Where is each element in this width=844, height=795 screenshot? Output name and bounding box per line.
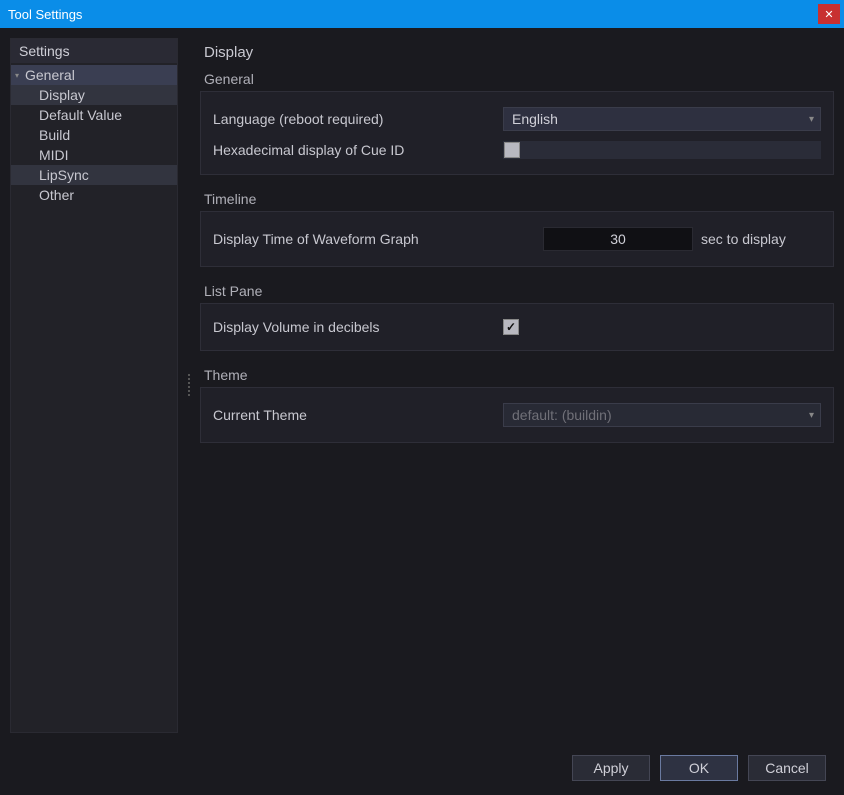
tree-item-label: LipSync (39, 167, 89, 183)
tree-item-build[interactable]: Build (11, 125, 177, 145)
language-label: Language (reboot required) (213, 111, 503, 127)
splitter[interactable] (186, 38, 192, 733)
main-area: Settings General Display Default Value B… (0, 28, 844, 743)
tree-item-display[interactable]: Display (11, 85, 177, 105)
group-header-theme: Theme (200, 365, 834, 387)
tree-item-other[interactable]: Other (11, 185, 177, 205)
tree-item-label: Other (39, 187, 74, 203)
sidebar-header: Settings (11, 39, 177, 63)
hex-checkbox-container (503, 141, 821, 159)
group-theme: Current Theme default: (buildin) (200, 387, 834, 443)
group-header-timeline: Timeline (200, 189, 834, 211)
content-panel: Display General Language (reboot require… (200, 38, 834, 733)
group-header-listpane: List Pane (200, 281, 834, 303)
window-title: Tool Settings (8, 7, 82, 22)
group-general: Language (reboot required) English Hexad… (200, 91, 834, 175)
row-language: Language (reboot required) English (213, 102, 821, 136)
display-time-suffix: sec to display (701, 231, 786, 247)
hex-cue-id-checkbox[interactable] (504, 142, 520, 158)
footer: Apply OK Cancel (0, 743, 844, 795)
row-volume-decibels: Display Volume in decibels (213, 314, 821, 340)
tree-item-label: Display (39, 87, 85, 103)
row-current-theme: Current Theme default: (buildin) (213, 398, 821, 432)
tree-item-label: Build (39, 127, 70, 143)
tree-item-label: General (25, 67, 75, 83)
tree-item-label: Default Value (39, 107, 122, 123)
language-select-value: English (512, 111, 558, 127)
tree-item-lipsync[interactable]: LipSync (11, 165, 177, 185)
tree-item-midi[interactable]: MIDI (11, 145, 177, 165)
tree-item-general[interactable]: General (11, 65, 177, 85)
settings-tree: General Display Default Value Build MIDI… (11, 63, 177, 732)
current-theme-select[interactable]: default: (buildin) (503, 403, 821, 427)
tree-item-default-value[interactable]: Default Value (11, 105, 177, 125)
apply-button[interactable]: Apply (572, 755, 650, 781)
group-timeline: Display Time of Waveform Graph sec to di… (200, 211, 834, 267)
group-listpane: Display Volume in decibels (200, 303, 834, 351)
volume-decibels-label: Display Volume in decibels (213, 319, 503, 335)
sidebar: Settings General Display Default Value B… (10, 38, 178, 733)
volume-decibels-checkbox[interactable] (503, 319, 519, 335)
current-theme-label: Current Theme (213, 407, 503, 423)
close-icon: ✕ (824, 8, 833, 21)
titlebar: Tool Settings ✕ (0, 0, 844, 28)
display-time-input[interactable] (543, 227, 693, 251)
hex-cue-id-label: Hexadecimal display of Cue ID (213, 142, 503, 158)
ok-button[interactable]: OK (660, 755, 738, 781)
cancel-button[interactable]: Cancel (748, 755, 826, 781)
row-hex-cue-id: Hexadecimal display of Cue ID (213, 136, 821, 164)
tree-item-label: MIDI (39, 147, 69, 163)
panel-title: Display (200, 38, 834, 69)
language-select[interactable]: English (503, 107, 821, 131)
close-button[interactable]: ✕ (818, 4, 840, 24)
current-theme-value: default: (buildin) (512, 407, 612, 423)
display-time-label: Display Time of Waveform Graph (213, 231, 543, 247)
group-header-general: General (200, 69, 834, 91)
row-display-time: Display Time of Waveform Graph sec to di… (213, 222, 821, 256)
splitter-grip-icon (188, 374, 190, 398)
